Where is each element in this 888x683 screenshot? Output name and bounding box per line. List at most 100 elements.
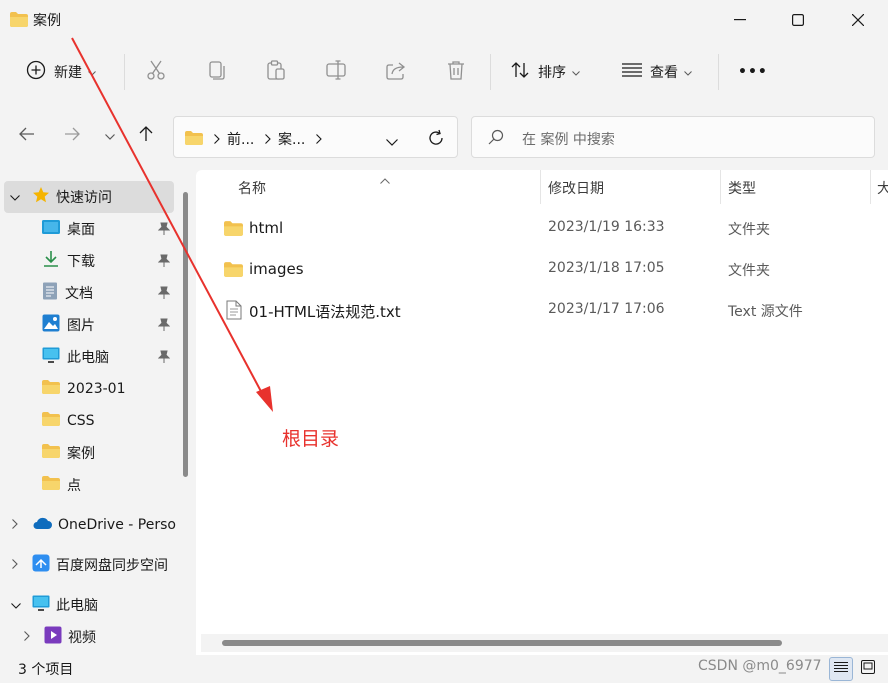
baidu-netdisk-icon — [32, 554, 50, 576]
folder-icon — [42, 412, 60, 430]
back-button[interactable] — [13, 122, 41, 150]
view-button[interactable]: 查看 — [622, 52, 692, 92]
watermark-text: CSDN @m0_6977 — [698, 658, 822, 674]
nav-item-this-pc-pinned[interactable]: 此电脑 — [0, 341, 176, 373]
navigation-row: 前... 案... 在 案例 中搜索 — [0, 104, 888, 170]
nav-item-pictures[interactable]: 图片 — [0, 309, 176, 341]
clipboard-icon — [265, 59, 287, 85]
address-bar[interactable]: 前... 案... — [173, 116, 458, 158]
nav-label: 图片 — [67, 318, 95, 334]
nav-label: 2023-01 — [67, 381, 126, 397]
forward-button[interactable] — [58, 122, 86, 150]
column-header-modified[interactable]: 修改日期 — [548, 178, 604, 198]
search-box[interactable]: 在 案例 中搜索 — [471, 116, 875, 158]
command-bar: 新建 排序 查看 ••• — [0, 40, 888, 104]
toolbar-divider — [490, 54, 491, 90]
share-button[interactable] — [385, 52, 407, 92]
arrow-right-icon — [64, 127, 80, 145]
scissors-icon — [145, 59, 167, 85]
file-row[interactable]: images 2023/1/18 17:05 文件夹 — [196, 250, 888, 290]
view-list-icon — [622, 62, 642, 82]
recent-locations-button[interactable] — [96, 122, 124, 150]
column-divider[interactable] — [720, 170, 721, 204]
nav-item-documents[interactable]: 文档 — [0, 277, 176, 309]
more-options-button[interactable]: ••• — [738, 52, 768, 92]
onedrive-cloud-icon — [32, 517, 52, 534]
chevron-down-icon[interactable] — [11, 597, 32, 613]
chevron-down-icon[interactable] — [10, 189, 24, 205]
column-divider[interactable] — [870, 170, 871, 204]
paste-button[interactable] — [265, 52, 287, 92]
chevron-down-icon — [684, 64, 692, 80]
arrow-left-icon — [19, 127, 35, 145]
nav-item-baidu[interactable]: 百度网盘同步空间 — [0, 549, 176, 581]
nav-item-folder-css[interactable]: CSS — [0, 405, 176, 437]
refresh-icon[interactable] — [427, 129, 445, 151]
toolbar-divider — [124, 54, 125, 90]
cut-button[interactable] — [145, 52, 167, 92]
file-row[interactable]: 01-HTML语法规范.txt 2023/1/17 17:06 Text 源文件 — [196, 291, 888, 331]
folder-icon — [10, 12, 28, 31]
chevron-down-icon — [572, 64, 580, 80]
view-label: 查看 — [650, 65, 678, 81]
nav-label: 案例 — [67, 446, 95, 462]
folder-icon — [224, 262, 243, 281]
nav-item-folder-case[interactable]: 案例 — [0, 437, 176, 469]
file-modified: 2023/1/17 17:06 — [548, 301, 665, 317]
rename-button[interactable] — [325, 52, 349, 92]
nav-label: 点 — [67, 478, 81, 494]
nav-label: CSS — [67, 413, 95, 429]
file-name: 01-HTML语法规范.txt — [249, 303, 401, 321]
navigation-pane: 快速访问 桌面 下载 文档 图片 此电脑 2023-01 CSS 案例 点 On… — [0, 170, 196, 655]
download-icon — [42, 250, 60, 272]
explorer-window: 案例 新建 排序 查看 ••• 前... 案... 在 案例 中搜索 快速访问 … — [0, 0, 888, 683]
chevron-right-icon[interactable] — [24, 629, 44, 645]
address-dropdown-button[interactable] — [386, 134, 398, 150]
tiles-view-icon — [861, 660, 875, 678]
chevron-right-icon — [316, 132, 322, 148]
chevron-right-icon[interactable] — [12, 557, 32, 573]
delete-button[interactable] — [446, 52, 466, 92]
file-row[interactable]: html 2023/1/19 16:33 文件夹 — [196, 209, 888, 249]
nav-label: 此电脑 — [67, 350, 109, 366]
column-header-type[interactable]: 类型 — [728, 178, 756, 198]
nav-item-folder-2023-01[interactable]: 2023-01 — [0, 373, 176, 405]
breadcrumb-item[interactable]: 前... — [227, 129, 254, 149]
pin-icon — [157, 254, 171, 272]
nav-item-folder-dot[interactable]: 点 — [0, 469, 176, 501]
nav-item-download[interactable]: 下载 — [0, 245, 176, 277]
chevron-right-icon[interactable] — [12, 517, 32, 533]
pin-icon — [157, 318, 171, 336]
nav-quick-access[interactable]: 快速访问 — [4, 181, 174, 213]
file-type: 文件夹 — [728, 222, 770, 238]
close-button[interactable] — [828, 0, 888, 40]
maximize-button[interactable] — [768, 0, 828, 40]
horizontal-scrollbar[interactable] — [222, 640, 782, 646]
nav-scrollbar[interactable] — [183, 192, 188, 477]
minimize-button[interactable] — [710, 0, 770, 40]
nav-item-video[interactable]: 视频 — [0, 621, 176, 653]
column-divider[interactable] — [540, 170, 541, 204]
copy-button[interactable] — [205, 52, 227, 92]
pin-icon — [157, 350, 171, 368]
search-icon — [488, 129, 504, 149]
nav-item-onedrive[interactable]: OneDrive - Perso — [0, 509, 176, 541]
sort-button[interactable]: 排序 — [510, 52, 580, 92]
new-button[interactable]: 新建 — [26, 52, 96, 92]
file-name: images — [249, 260, 304, 278]
nav-label: 下载 — [67, 254, 95, 270]
sort-ascending-icon — [380, 172, 390, 188]
more-icon: ••• — [738, 64, 768, 80]
breadcrumb-item[interactable]: 案... — [278, 129, 305, 149]
share-icon — [385, 59, 407, 85]
column-header-name[interactable]: 名称 — [238, 178, 266, 198]
file-type: 文件夹 — [728, 263, 770, 279]
up-button[interactable] — [132, 122, 160, 150]
nav-item-this-pc[interactable]: 此电脑 — [0, 589, 176, 621]
nav-item-desktop[interactable]: 桌面 — [0, 213, 176, 245]
column-header-size[interactable]: 大 — [877, 178, 888, 198]
tiles-view-button[interactable] — [856, 657, 880, 681]
computer-icon — [42, 347, 60, 368]
window-title: 案例 — [33, 13, 61, 29]
details-view-button[interactable] — [829, 657, 853, 681]
